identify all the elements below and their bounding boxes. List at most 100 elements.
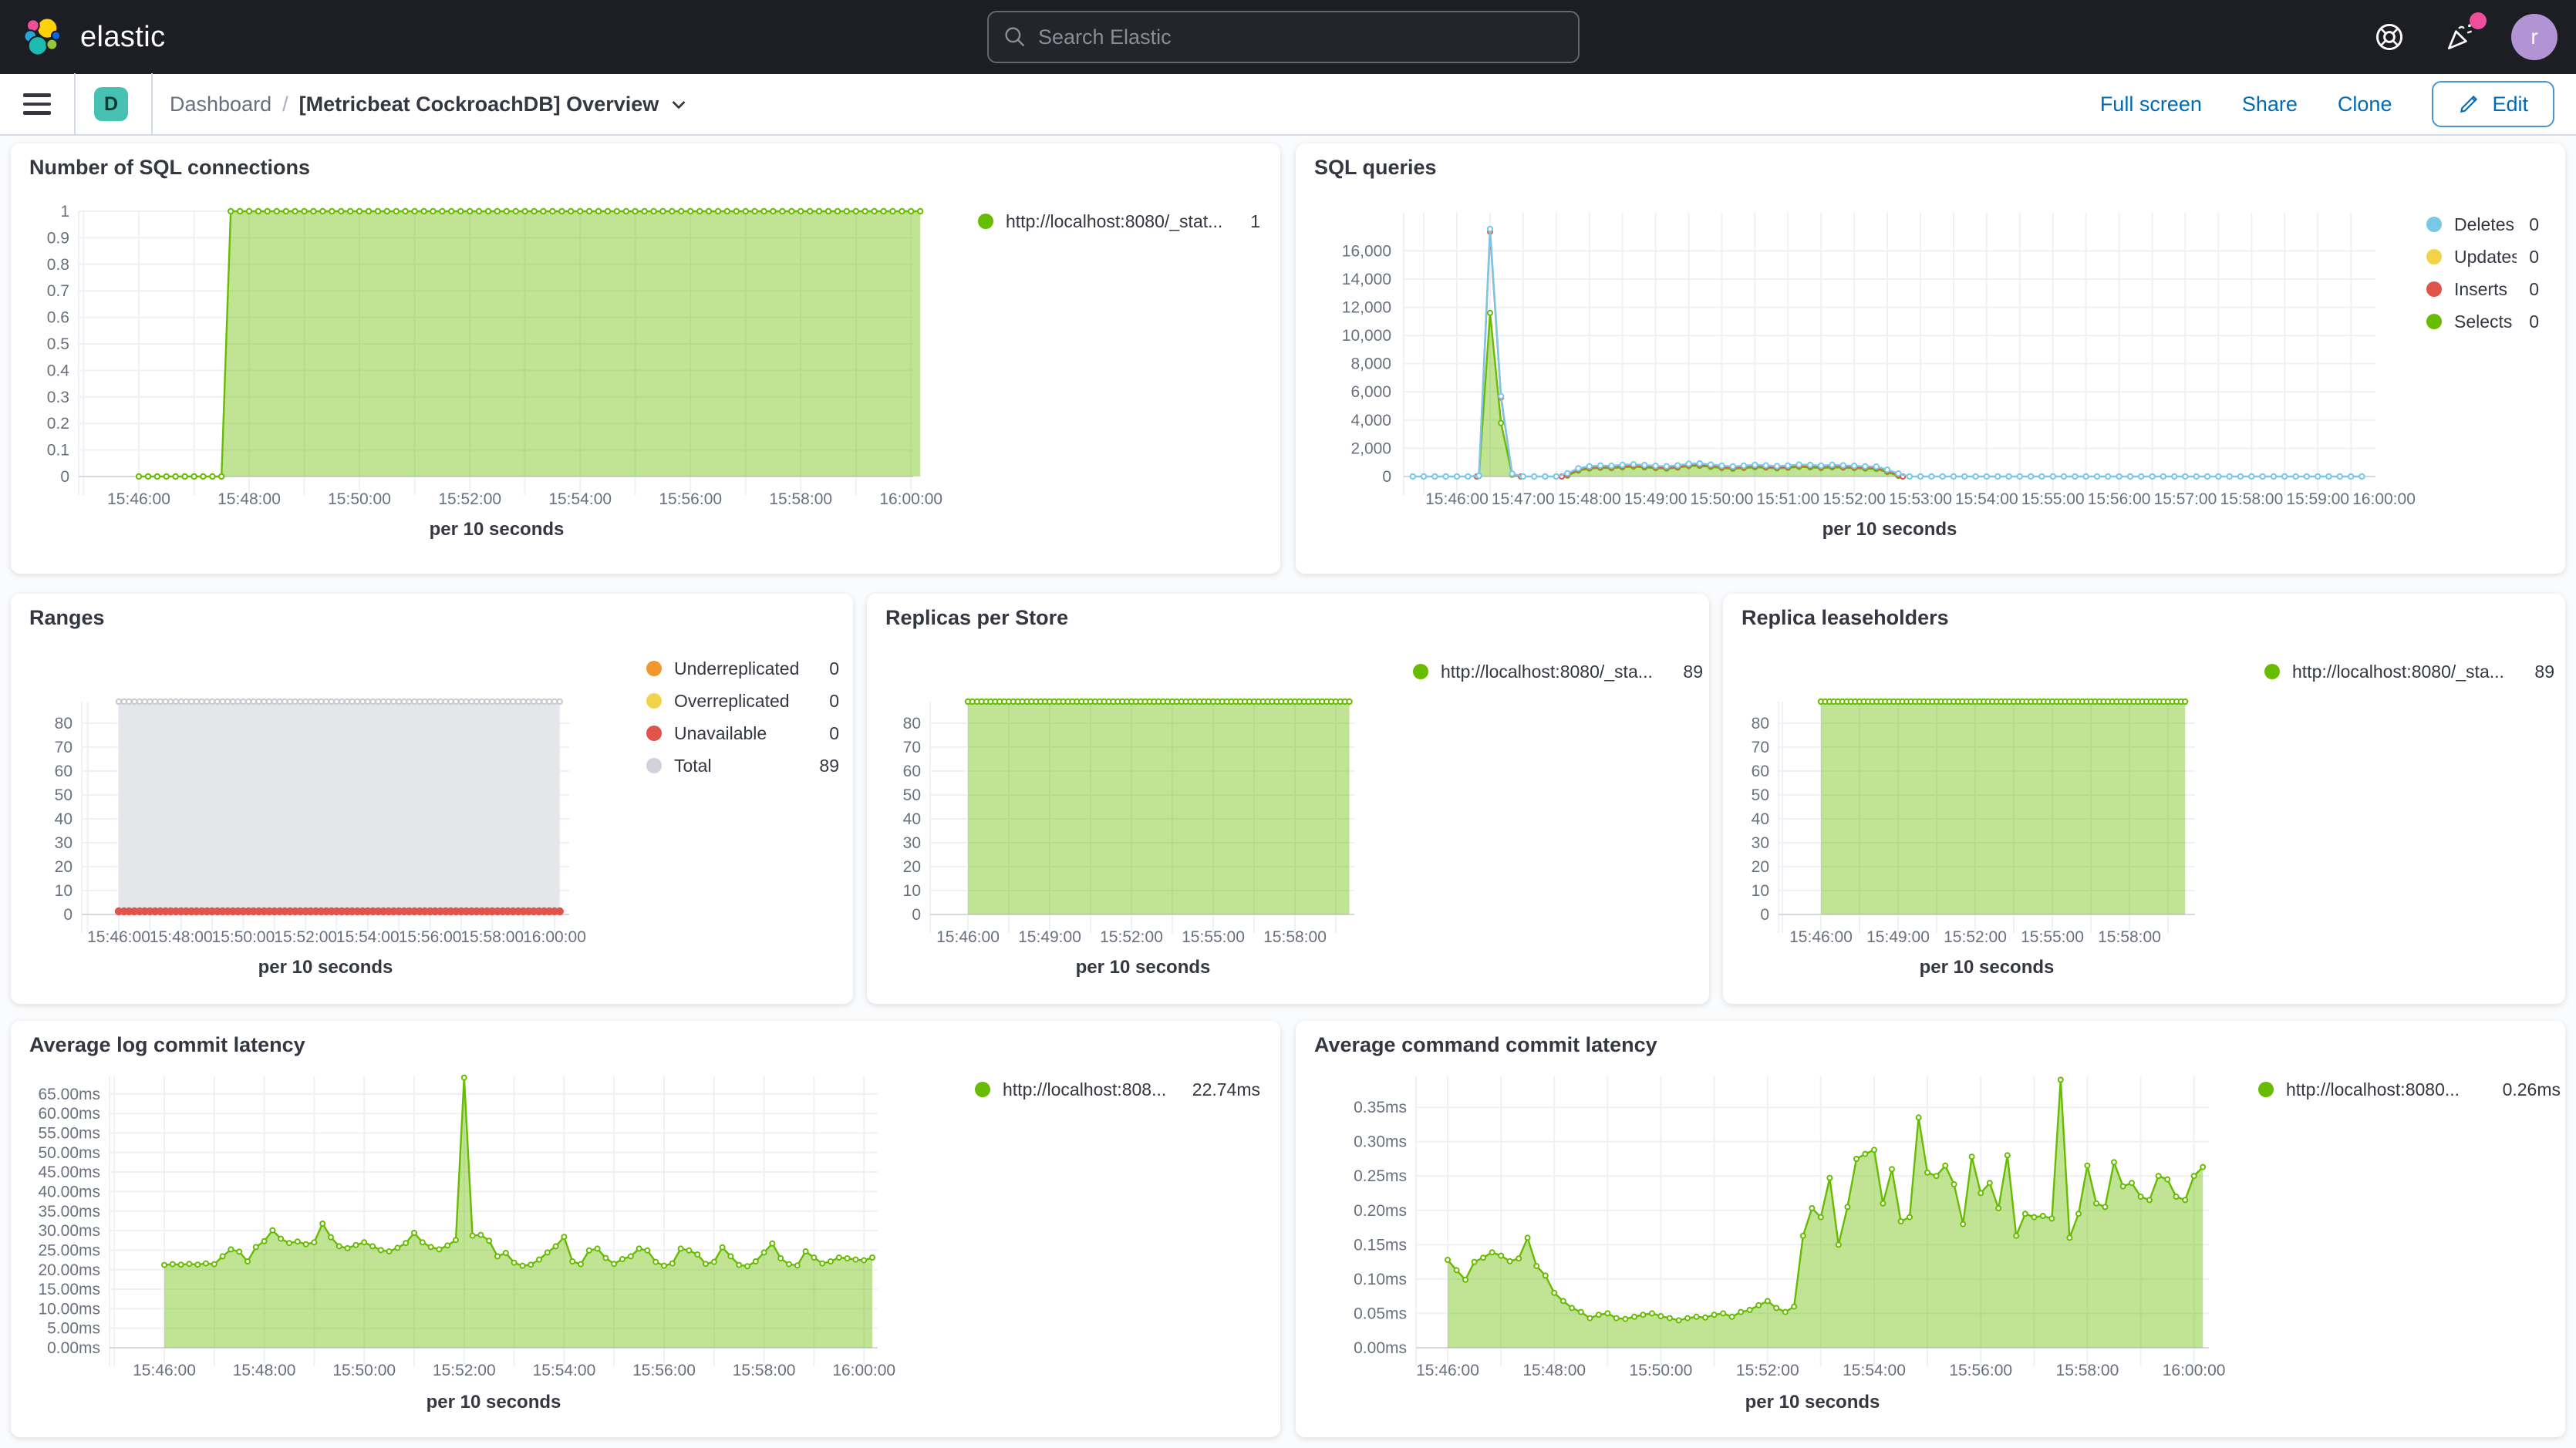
svg-text:25.00ms: 25.00ms [38,1241,100,1259]
svg-text:2,000: 2,000 [1350,439,1391,457]
svg-text:per 10 seconds: per 10 seconds [427,1392,561,1413]
legend-color-dot [975,1082,990,1097]
svg-text:0.15ms: 0.15ms [1354,1236,1407,1254]
legend-item[interactable]: Total 89 [646,749,839,782]
edit-button[interactable]: Edit [2432,81,2554,127]
help-icon[interactable] [2369,17,2409,57]
legend-value: 89 [819,756,839,776]
svg-text:30: 30 [903,834,921,852]
legend-label: http://localhost:8080... [2286,1079,2490,1100]
legend-item[interactable]: Updates 0 [2426,241,2539,273]
chevron-down-icon[interactable] [669,95,688,113]
svg-text:15:55:00: 15:55:00 [2021,928,2084,946]
svg-text:1: 1 [60,203,69,221]
legend-item[interactable]: Overreplicated 0 [646,685,839,717]
svg-text:15:49:00: 15:49:00 [1866,928,1930,946]
svg-text:16:00:00: 16:00:00 [879,490,942,508]
legend-item[interactable]: http://localhost:8080/_sta... 89 [1413,655,1703,688]
full-screen-button[interactable]: Full screen [2100,93,2202,116]
legend-item[interactable]: Deletes 0 [2426,208,2539,241]
svg-text:0.10ms: 0.10ms [1354,1271,1407,1288]
svg-text:15:52:00: 15:52:00 [1822,490,1886,508]
svg-text:0.2: 0.2 [47,415,69,433]
clone-button[interactable]: Clone [2338,93,2392,116]
legend-item[interactable]: Unavailable 0 [646,717,839,749]
breadcrumb-separator: / [282,93,288,116]
svg-text:15:58:00: 15:58:00 [2098,928,2161,946]
share-button[interactable]: Share [2242,93,2298,116]
svg-text:15.00ms: 15.00ms [38,1281,100,1298]
svg-text:15:55:00: 15:55:00 [1182,928,1245,946]
svg-text:0: 0 [63,906,72,924]
svg-text:15:46:00: 15:46:00 [87,928,150,946]
legend-value: 0 [2529,214,2539,235]
legend-color-dot [978,214,993,229]
menu-hamburger-icon[interactable] [23,93,51,115]
svg-text:20: 20 [55,858,72,876]
svg-text:14,000: 14,000 [1342,271,1391,288]
svg-text:15:52:00: 15:52:00 [438,490,501,508]
svg-text:30.00ms: 30.00ms [38,1222,100,1240]
svg-text:15:46:00: 15:46:00 [1416,1362,1479,1379]
legend-item[interactable]: Underreplicated 0 [646,652,839,685]
svg-text:50.00ms: 50.00ms [38,1144,100,1162]
svg-text:60: 60 [1752,763,1769,780]
search-placeholder: Search Elastic [1038,25,1172,49]
svg-text:15:58:00: 15:58:00 [2220,490,2284,508]
svg-text:15:58:00: 15:58:00 [2056,1362,2119,1379]
svg-text:10,000: 10,000 [1342,327,1391,345]
svg-text:6,000: 6,000 [1350,383,1391,401]
legend-color-dot [646,693,662,709]
space-badge[interactable]: D [94,87,128,121]
svg-text:80: 80 [903,715,921,732]
news-party-popper-icon[interactable] [2440,17,2480,57]
legend-item[interactable]: http://localhost:8080/_sta... 89 [2264,655,2554,688]
svg-text:30: 30 [55,834,72,852]
svg-text:15:50:00: 15:50:00 [212,928,275,946]
legend-label: http://localhost:8080/_sta... [2292,662,2522,682]
legend-item[interactable]: http://localhost:808... 22.74ms [975,1073,1260,1106]
avatar[interactable]: r [2511,14,2557,60]
legend-value: 0.26ms [2503,1079,2561,1100]
legend-label: Inserts [2454,279,2517,300]
legend-color-dot [2426,281,2442,297]
search-input[interactable]: Search Elastic [987,11,1580,63]
svg-text:15:56:00: 15:56:00 [2088,490,2151,508]
legend-item[interactable]: http://localhost:8080/_stat... 1 [978,205,1260,237]
legend-color-dot [2264,664,2280,679]
legend-label: Underreplicated [674,658,817,679]
svg-text:20.00ms: 20.00ms [38,1261,100,1279]
svg-text:15:53:00: 15:53:00 [1889,490,1952,508]
legend-item[interactable]: http://localhost:8080... 0.26ms [2258,1073,2561,1106]
divider [151,73,153,135]
svg-text:0.5: 0.5 [47,335,69,353]
svg-text:0.30ms: 0.30ms [1354,1133,1407,1151]
breadcrumb-toolbar: D Dashboard / [Metricbeat CockroachDB] O… [0,74,2576,136]
svg-text:8,000: 8,000 [1350,355,1391,373]
panel-sql-queries: SQL queries02,0004,0006,0008,00010,00012… [1296,143,2565,574]
svg-text:70: 70 [903,739,921,756]
legend-color-dot [646,726,662,741]
elastic-brand[interactable]: elastic [0,15,166,59]
breadcrumb-current-title[interactable]: [Metricbeat CockroachDB] Overview [299,93,659,116]
svg-text:20: 20 [903,858,921,876]
panel-ranges: Ranges0102030405060708015:46:0015:48:001… [11,594,853,1004]
svg-text:50: 50 [903,786,921,804]
legend-item[interactable]: Inserts 0 [2426,273,2539,305]
legend-value: 0 [829,658,839,679]
legend-label: Unavailable [674,723,817,744]
svg-text:0.1: 0.1 [47,442,69,460]
legend-item[interactable]: Selects 0 [2426,305,2539,338]
chart-legend: http://localhost:808... 22.74ms [975,1073,1260,1106]
svg-text:45.00ms: 45.00ms [38,1163,100,1181]
breadcrumb-dashboard-link[interactable]: Dashboard [170,93,271,116]
divider [74,73,76,135]
svg-text:0.8: 0.8 [47,256,69,274]
legend-value: 1 [1250,211,1260,232]
svg-text:60: 60 [903,763,921,780]
svg-text:15:52:00: 15:52:00 [1100,928,1163,946]
svg-text:15:48:00: 15:48:00 [217,490,281,508]
svg-text:60: 60 [55,763,72,780]
chart-canvas[interactable]: 02,0004,0006,0008,00010,00012,00014,0001… [1296,143,2565,574]
svg-text:15:52:00: 15:52:00 [433,1362,496,1379]
